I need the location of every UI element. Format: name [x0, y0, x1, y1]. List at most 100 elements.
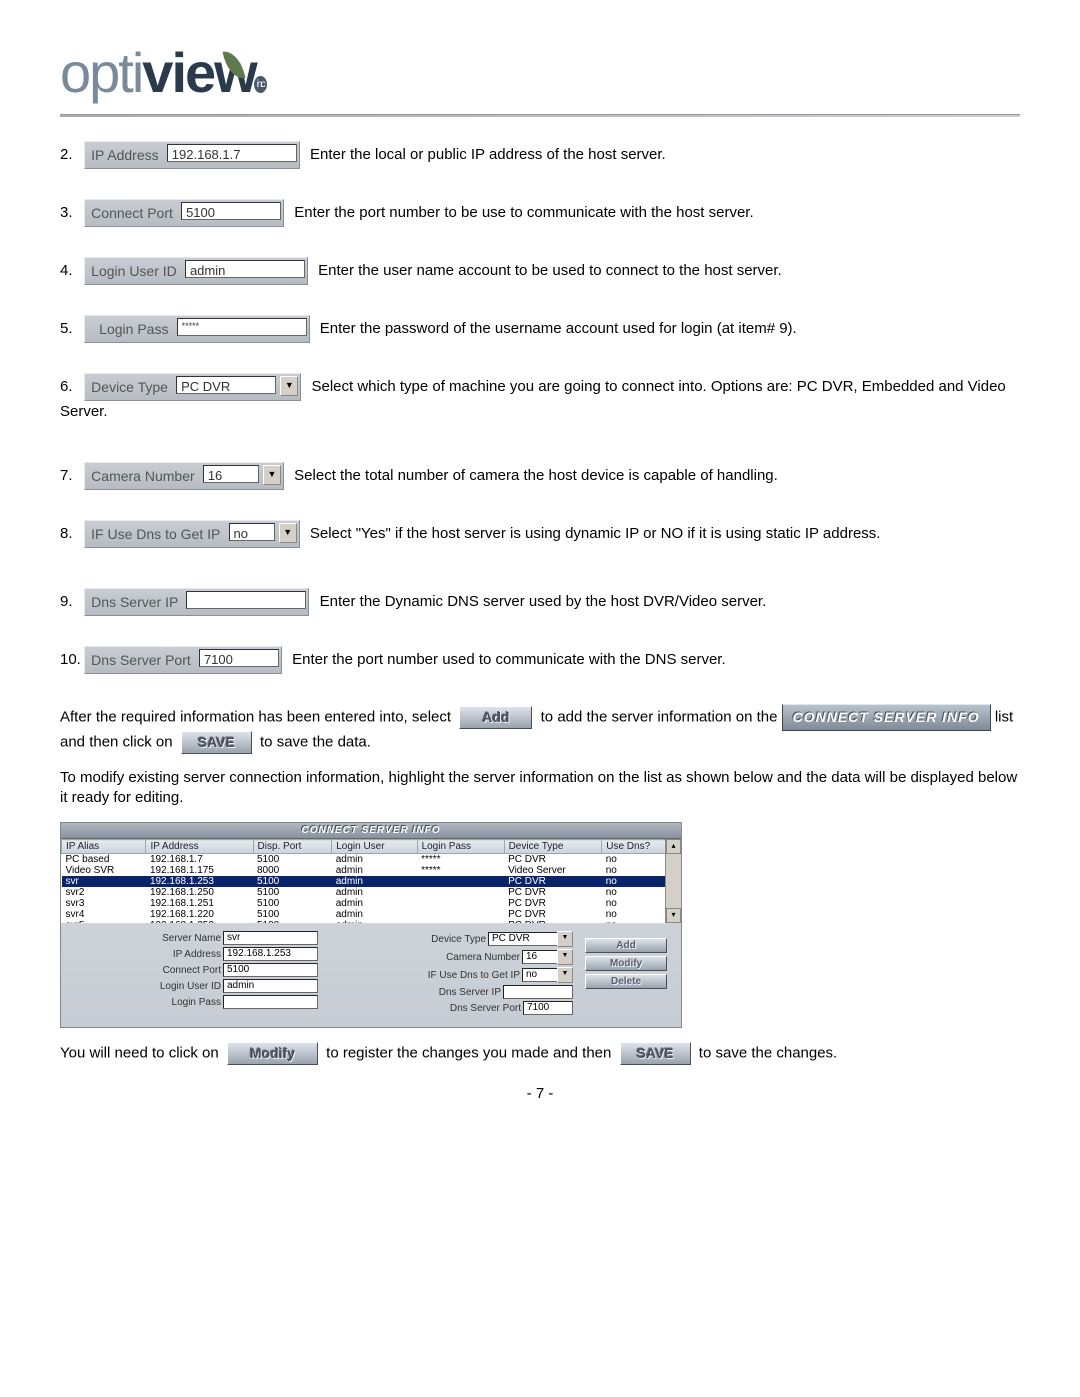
use-dns-field[interactable]: no [229, 523, 275, 541]
table-row[interactable]: svr3192.168.1.2515100adminPC DVRno [62, 898, 681, 909]
form-dtype-label: Device Type [366, 934, 486, 945]
server-name-label: Server Name [126, 933, 221, 944]
login-pass-label: Login Pass [85, 316, 172, 340]
login-user-field[interactable]: admin [185, 260, 305, 278]
form-dnsip-input[interactable] [503, 985, 573, 999]
form-port-input[interactable]: 5100 [223, 963, 318, 977]
table-cell: svr2 [62, 887, 146, 898]
table-cell: 192.168.1.253 [146, 876, 253, 887]
table-cell: Video Server [504, 865, 602, 876]
table-row[interactable]: svr192.168.1.2535100adminPC DVRno [62, 876, 681, 887]
dns-server-port-field[interactable]: 7100 [199, 649, 279, 667]
table-header[interactable]: IP Alias [62, 840, 146, 854]
form-ip-label: IP Address [126, 949, 221, 960]
logo-inc: inc [254, 76, 267, 93]
table-cell: svr4 [62, 909, 146, 920]
step-number: 3. [60, 202, 80, 223]
final-t2: to register the changes you made and the… [326, 1045, 615, 1062]
table-cell: ***** [417, 854, 504, 866]
form-pass-label: Login Pass [126, 997, 221, 1008]
table-cell: 192.168.1.175 [146, 865, 253, 876]
save-button[interactable]: SAVE [620, 1042, 691, 1065]
dropdown-icon[interactable]: ▼ [279, 523, 297, 543]
final-t3: to save the changes. [699, 1045, 837, 1062]
dropdown-icon[interactable]: ▼ [263, 465, 281, 485]
final-para: You will need to click on Modify to regi… [60, 1042, 1020, 1065]
modify-button[interactable]: Modify [227, 1042, 318, 1065]
table-row[interactable]: svr5192.168.1.2525100adminPC DVRno [62, 920, 681, 923]
scroll-up-icon[interactable]: ▴ [666, 839, 681, 854]
table-header[interactable]: Disp. Port [253, 840, 332, 854]
server-name-input[interactable]: svr [223, 931, 318, 945]
form-pass-input[interactable] [223, 995, 318, 1009]
form-dtype-input[interactable]: PC DVR [488, 932, 558, 946]
form-dnsport-input[interactable]: 7100 [523, 1001, 573, 1015]
form-dns-input[interactable]: no [522, 968, 558, 982]
step-number: 7. [60, 465, 80, 486]
form-port-label: Connect Port [126, 965, 221, 976]
step-4: 4. Login User ID admin Enter the user na… [60, 257, 1020, 285]
server-table[interactable]: IP AliasIP AddressDisp. PortLogin UserLo… [61, 839, 681, 923]
dropdown-icon[interactable]: ▼ [557, 949, 573, 965]
server-table-wrap: IP AliasIP AddressDisp. PortLogin UserLo… [61, 839, 681, 923]
save-button[interactable]: SAVE [181, 731, 252, 754]
step-5: 5. Login Pass ***** Enter the password o… [60, 315, 1020, 343]
form-area: Server Namesvr IP Address192.168.1.253 C… [61, 923, 681, 1027]
panel-modify-button[interactable]: Modify [585, 956, 667, 971]
dns-server-port-widget: Dns Server Port 7100 [84, 646, 282, 674]
step-7: 7. Camera Number 16 ▼ Select the total n… [60, 462, 1020, 490]
camera-number-field[interactable]: 16 [203, 465, 259, 483]
panel-delete-button[interactable]: Delete [585, 974, 667, 989]
table-row[interactable]: Video SVR192.168.1.1758000admin*****Vide… [62, 865, 681, 876]
table-cell [417, 909, 504, 920]
table-cell: admin [332, 854, 417, 866]
form-user-label: Login User ID [126, 981, 221, 992]
logo-thin: opti [60, 41, 142, 104]
table-header[interactable]: Login Pass [417, 840, 504, 854]
use-dns-widget: IF Use Dns to Get IP no ▼ [84, 520, 300, 548]
ip-address-field[interactable]: 192.168.1.7 [167, 144, 297, 162]
table-cell: svr [62, 876, 146, 887]
add-button[interactable]: Add [459, 706, 532, 729]
logo: optiviewinc [60, 40, 1020, 105]
form-user-input[interactable]: admin [223, 979, 318, 993]
ip-address-label: IP Address [85, 142, 162, 166]
table-row[interactable]: svr2192.168.1.2505100adminPC DVRno [62, 887, 681, 898]
step-6: 6. Device Type PC DVR ▼ Select which typ… [60, 373, 1020, 422]
panel-add-button[interactable]: Add [585, 938, 667, 953]
dropdown-icon[interactable]: ▼ [557, 931, 573, 947]
step-9-desc: Enter the Dynamic DNS server used by the… [320, 593, 767, 610]
table-header[interactable]: Device Type [504, 840, 602, 854]
table-cell: admin [332, 865, 417, 876]
table-cell: 5100 [253, 876, 332, 887]
scrollbar[interactable]: ▴ ▾ [665, 839, 681, 923]
dns-server-ip-field[interactable] [186, 591, 306, 609]
connect-port-field[interactable]: 5100 [181, 202, 281, 220]
dns-server-ip-label: Dns Server IP [85, 589, 182, 613]
step-number: 9. [60, 591, 80, 612]
step-3-desc: Enter the port number to be use to commu… [294, 204, 753, 221]
table-cell: PC DVR [504, 876, 602, 887]
device-type-field[interactable]: PC DVR [176, 376, 276, 394]
login-pass-field[interactable]: ***** [177, 318, 307, 336]
table-header[interactable]: IP Address [146, 840, 253, 854]
final-t1: You will need to click on [60, 1045, 223, 1062]
table-cell: PC based [62, 854, 146, 866]
table-cell [417, 920, 504, 923]
step-2-desc: Enter the local or public IP address of … [310, 146, 666, 163]
table-header[interactable]: Login User [332, 840, 417, 854]
table-cell: admin [332, 898, 417, 909]
table-row[interactable]: PC based192.168.1.75100admin*****PC DVRn… [62, 854, 681, 866]
table-cell: 5100 [253, 920, 332, 923]
form-cam-input[interactable]: 16 [522, 950, 558, 964]
connect-server-info-bar: CONNECT SERVER INFO [782, 704, 991, 731]
use-dns-label: IF Use Dns to Get IP [85, 521, 224, 545]
dropdown-icon[interactable]: ▼ [280, 376, 298, 396]
table-row[interactable]: svr4192.168.1.2205100adminPC DVRno [62, 909, 681, 920]
dropdown-icon[interactable]: ▼ [557, 967, 573, 983]
scroll-down-icon[interactable]: ▾ [666, 908, 681, 923]
form-dnsport-label: Dns Server Port [401, 1003, 521, 1014]
ip-address-widget: IP Address 192.168.1.7 [84, 141, 300, 169]
form-ip-input[interactable]: 192.168.1.253 [223, 947, 318, 961]
step-2: 2. IP Address 192.168.1.7 Enter the loca… [60, 141, 1020, 169]
